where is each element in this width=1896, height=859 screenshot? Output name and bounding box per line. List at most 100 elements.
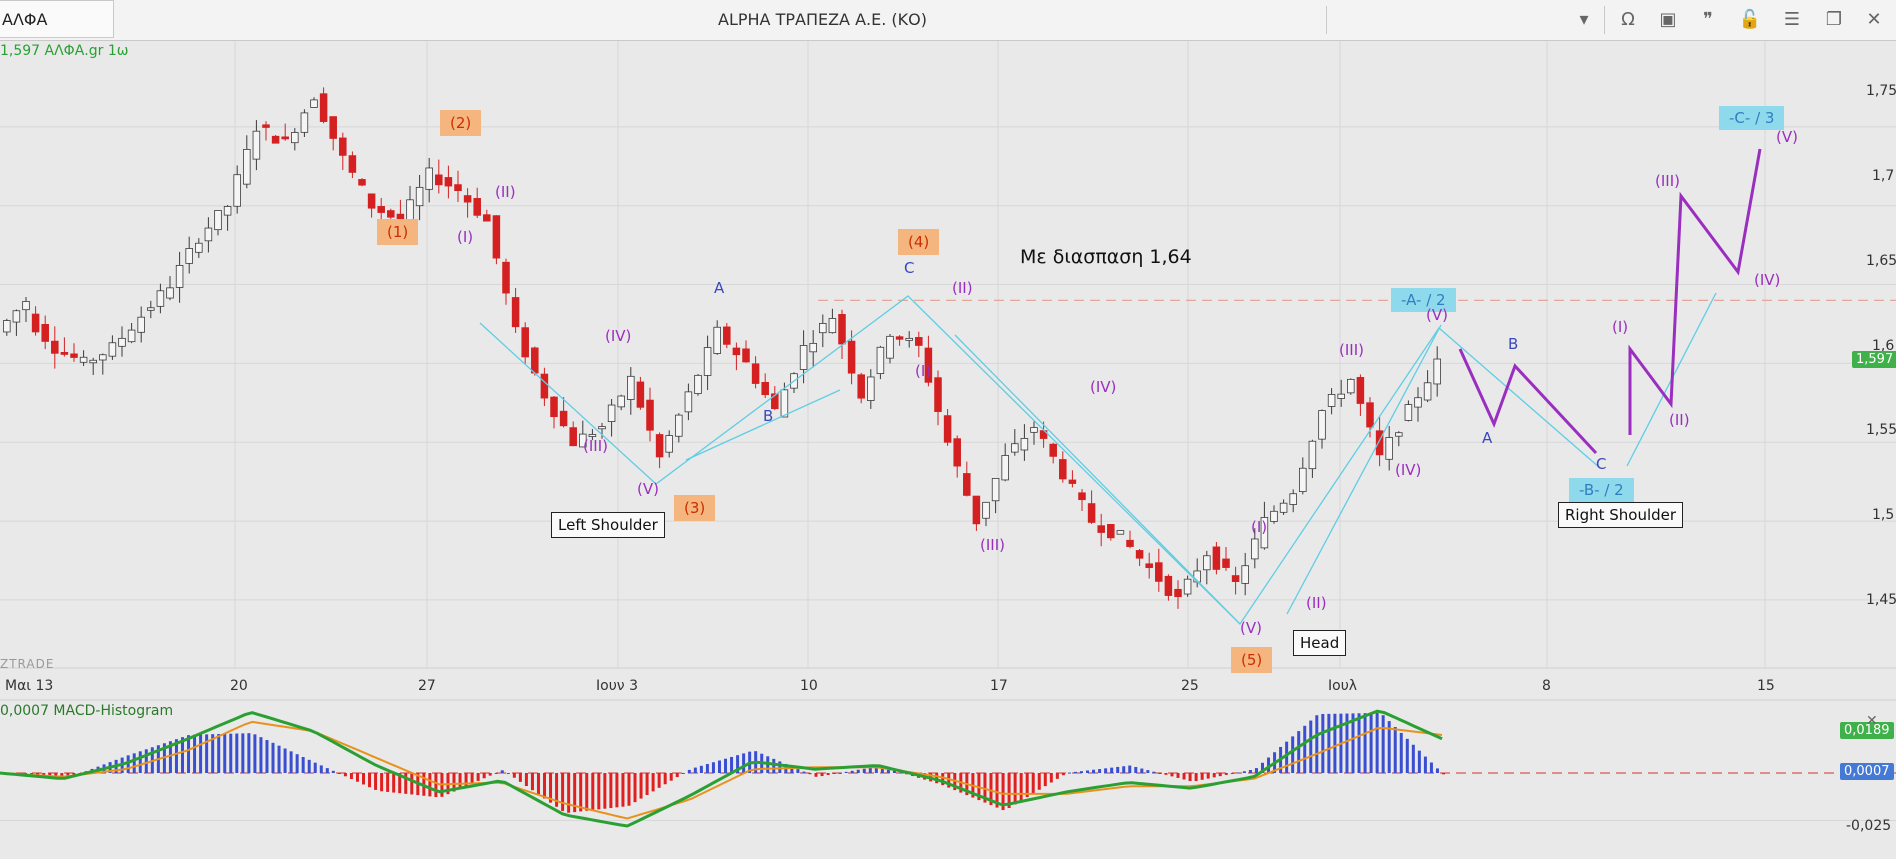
candle-body: [377, 206, 385, 213]
candle-body: [31, 313, 40, 333]
macd-hist-bar: [597, 773, 601, 810]
macd-hist-bar: [1417, 750, 1421, 773]
candle-body: [12, 310, 21, 323]
wave-label-2: (2): [440, 110, 482, 136]
candle-body: [713, 326, 721, 354]
macd-hist-bar: [1423, 756, 1427, 773]
wave-V-label: (V): [637, 480, 659, 498]
macd-hist-bar: [856, 769, 860, 773]
macd-hist-bar: [1442, 773, 1445, 775]
macd-hist-bar: [500, 770, 504, 773]
candle-body: [1107, 523, 1115, 539]
macd-hist-bar: [1170, 773, 1174, 777]
macd-hist-bar: [1164, 773, 1168, 775]
candle-body: [1164, 575, 1173, 596]
macd-hist-bar: [724, 758, 728, 773]
candle-body: [1289, 493, 1297, 505]
macd-hist-bar: [235, 733, 239, 773]
candle-body: [233, 174, 241, 207]
macd-hist-bar: [1369, 713, 1373, 773]
macd-hist-bar: [1242, 771, 1246, 773]
candle-body: [1231, 575, 1240, 582]
macd-hist-bar: [693, 767, 697, 773]
wave-I-label: (I): [457, 228, 474, 246]
macd-hist-bar: [1110, 767, 1114, 773]
x-tick: Ιουλ: [1328, 678, 1358, 694]
macd-hist-bar: [253, 734, 257, 773]
macd-hist-bar: [410, 773, 414, 795]
candle-body: [415, 186, 424, 207]
macd-hist-bar: [1429, 762, 1433, 773]
candle-body: [41, 324, 49, 342]
macd-hist-bar: [627, 773, 631, 806]
candle-body: [1395, 432, 1403, 437]
candle-body: [435, 174, 443, 186]
candle-body: [137, 316, 145, 333]
y-tick: 1,65: [1866, 253, 1896, 269]
candle-body: [79, 356, 88, 363]
candle-body: [723, 326, 731, 345]
candle-body: [799, 345, 808, 370]
candle-body: [70, 353, 78, 358]
close-indicator-icon[interactable]: ✕: [1866, 712, 1878, 730]
macd-hist-bar: [187, 735, 191, 773]
macd-hist-bar: [301, 757, 305, 773]
candle-body: [147, 307, 155, 311]
macd-hist-bar: [247, 733, 251, 773]
wave-A-label: A: [714, 279, 725, 297]
candle-body: [607, 404, 616, 422]
candle-body: [694, 374, 702, 394]
left-shoulder-label: Left Shoulder: [551, 512, 665, 538]
macd-hist-bar: [567, 773, 571, 813]
candle-body: [1241, 565, 1249, 584]
macd-hist-bar: [585, 773, 589, 811]
candle-body: [1318, 410, 1326, 440]
macd-hist-bar: [543, 773, 547, 799]
candle-body: [665, 435, 673, 453]
candle-body: [1145, 563, 1153, 568]
macd-hist-bar: [512, 773, 516, 778]
wave-III-label: (III): [980, 536, 1005, 554]
candle-body: [319, 93, 328, 122]
macd-hist-bar: [808, 773, 812, 775]
macd-hist-bar: [826, 773, 830, 775]
price-chart[interactable]: [0, 0, 1896, 859]
x-tick: 10: [800, 678, 818, 694]
wave-V-label: (V): [1426, 306, 1448, 324]
candle-body: [617, 395, 625, 408]
x-tick: Ιουν 3: [596, 678, 638, 694]
macd-hist-bar: [796, 769, 800, 773]
macd-hist-bar: [772, 758, 776, 773]
macd-hist-bar: [657, 773, 661, 788]
x-tick: 17: [990, 678, 1008, 694]
macd-hist-bar: [1224, 773, 1228, 775]
macd-hist-bar: [1043, 773, 1047, 787]
candle-body: [511, 297, 520, 328]
macd-hist-bar: [633, 773, 637, 803]
macd-hist-bar: [494, 772, 498, 774]
macd-hist-bar: [271, 742, 275, 773]
candle-body: [51, 340, 59, 354]
candle-body: [243, 149, 251, 185]
macd-hist-bar: [199, 734, 203, 773]
candle-body: [204, 227, 213, 242]
macd-hist-bar: [561, 773, 565, 811]
candle-body: [329, 116, 337, 139]
candle-body: [454, 184, 462, 192]
wave-V-label: (V): [1776, 128, 1798, 146]
candle-body: [1087, 503, 1096, 523]
candle-body: [156, 290, 165, 307]
wave-C-label: C: [1596, 455, 1607, 473]
wave-label-c3: -C- / 3: [1719, 106, 1785, 130]
macd-hist-bar: [1037, 773, 1041, 790]
head-label: Head: [1293, 630, 1347, 656]
macd-hist-bar: [1212, 773, 1216, 778]
candle-body: [358, 179, 366, 186]
macd-hist-bar: [1303, 725, 1307, 773]
candle-body: [1356, 377, 1365, 404]
candle-body: [425, 167, 433, 190]
candle-body: [1126, 539, 1134, 547]
candle-body: [1347, 378, 1355, 394]
macd-hist-bar: [428, 773, 432, 797]
macd-hist-bar: [778, 761, 782, 773]
